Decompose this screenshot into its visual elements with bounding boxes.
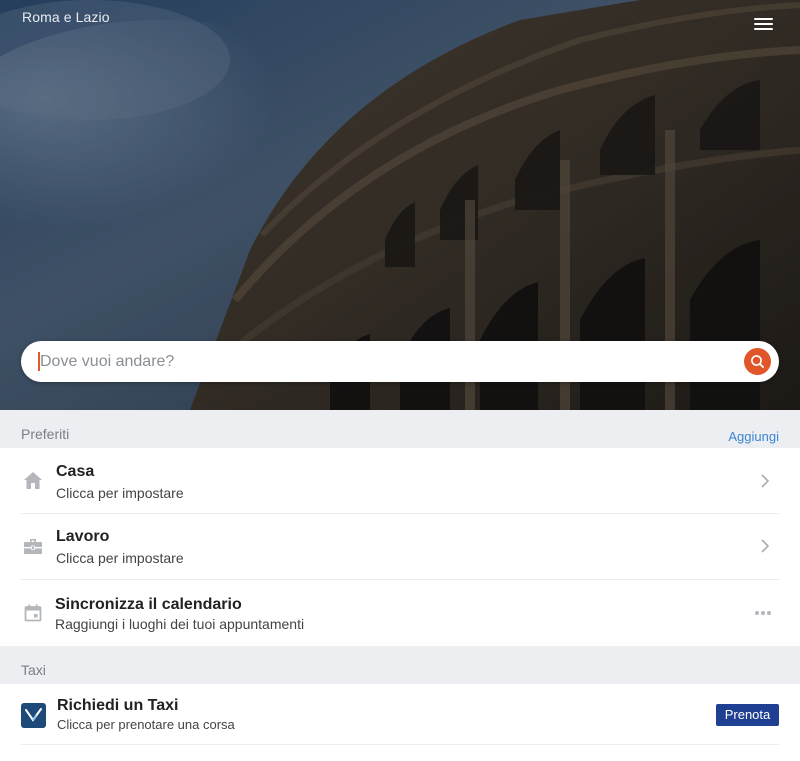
chevron-right-icon — [761, 474, 770, 488]
chevron-right-icon — [761, 539, 770, 553]
search-icon — [751, 355, 764, 368]
favorites-section-header: Preferiti Aggiungi — [0, 410, 800, 448]
favorite-item-subtitle: Clicca per impostare — [56, 550, 184, 566]
favorites-title: Preferiti — [21, 426, 70, 442]
calendar-icon — [24, 604, 42, 622]
taxi-section-header: Taxi — [0, 646, 800, 684]
book-taxi-button[interactable]: Prenota — [716, 704, 779, 726]
taxi-item-subtitle: Clicca per prenotare una corsa — [57, 717, 235, 732]
favorite-item-subtitle: Raggiungi i luoghi dei tuoi appuntamenti — [55, 616, 305, 632]
favorite-item-title: Sincronizza il calendario — [55, 596, 242, 613]
favorite-item-subtitle: Clicca per impostare — [56, 485, 184, 501]
home-icon — [24, 472, 42, 489]
taxi-request-item[interactable]: Richiedi un Taxi Clicca per prenotare un… — [0, 684, 800, 745]
taxi-section-title: Taxi — [21, 662, 46, 678]
search-button[interactable] — [744, 348, 771, 375]
search-input[interactable] — [40, 350, 730, 373]
briefcase-icon — [24, 539, 42, 554]
favorite-item-title: Casa — [56, 463, 95, 480]
add-favorite-link[interactable]: Aggiungi — [728, 429, 779, 444]
divider — [21, 744, 779, 745]
taxi-item-title: Richiedi un Taxi — [57, 697, 179, 714]
favorite-item-calendar[interactable]: Sincronizza il calendario Raggiungi i lu… — [0, 580, 800, 646]
taxi-app-icon — [21, 703, 46, 728]
favorite-item-title: Lavoro — [56, 528, 110, 545]
favorite-item-home[interactable]: Casa Clicca per impostare — [0, 448, 800, 514]
more-options-icon[interactable] — [754, 610, 772, 616]
favorite-item-work[interactable]: Lavoro Clicca per impostare — [0, 514, 800, 580]
region-label: Roma e Lazio — [22, 9, 110, 25]
hamburger-menu-icon[interactable] — [750, 12, 778, 36]
